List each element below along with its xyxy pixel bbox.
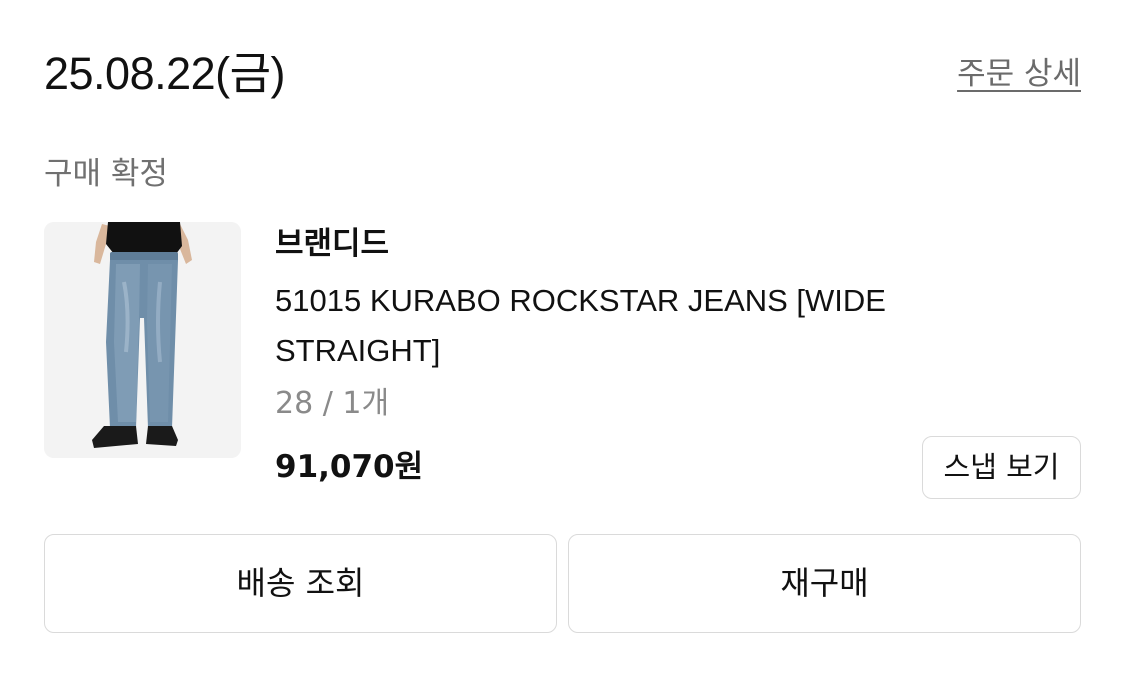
product-option: 28 / 1개 [275, 386, 390, 421]
product-info: 브랜디드 51015 KURABO ROCKSTAR JEANS [WIDE S… [275, 222, 955, 426]
track-delivery-button[interactable]: 배송 조회 [44, 534, 557, 633]
order-status: 구매 확정 [44, 156, 168, 192]
order-date: 25.08.22(금) [44, 48, 286, 99]
product-price: 91,070원 [275, 449, 424, 485]
reorder-button[interactable]: 재구매 [568, 534, 1081, 633]
order-detail-link[interactable]: 주문 상세 [957, 52, 1081, 96]
product-image[interactable] [44, 222, 241, 458]
brand-name[interactable]: 브랜디드 [275, 222, 955, 266]
product-photo-jeans [44, 222, 241, 458]
product-name[interactable]: 51015 KURABO ROCKSTAR JEANS [WIDE STRAIG… [275, 276, 955, 376]
snap-view-button[interactable]: 스냅 보기 [922, 436, 1081, 499]
order-card: 25.08.22(금) 주문 상세 구매 확정 브랜디드 51015 KURAB… [0, 0, 1125, 697]
